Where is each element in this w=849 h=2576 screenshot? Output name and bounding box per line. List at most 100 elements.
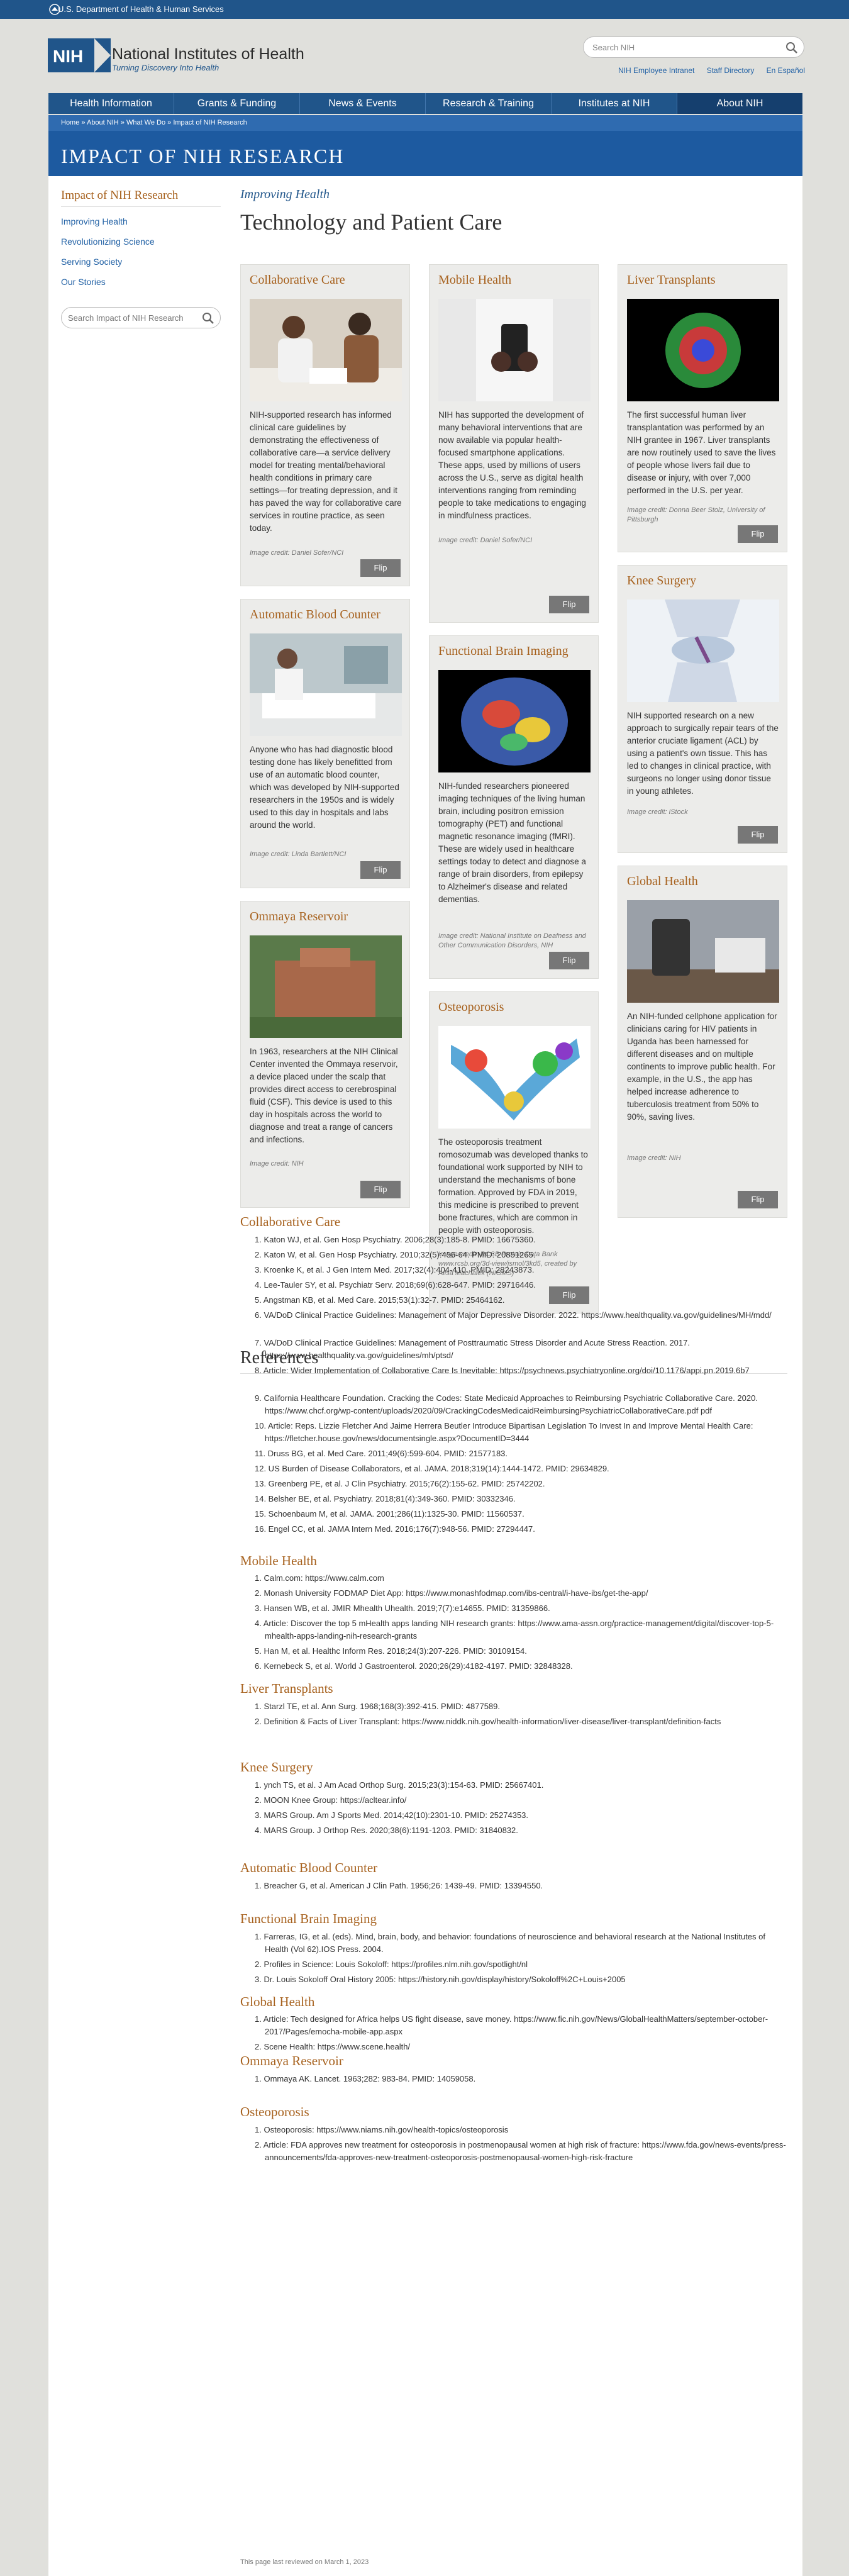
- reference-item[interactable]: 1. Calm.com: https://www.calm.com: [255, 1572, 789, 1585]
- card-title: Knee Surgery: [627, 574, 697, 588]
- main-nav: Health Information Grants & Funding News…: [48, 93, 802, 114]
- flip-button[interactable]: Flip: [549, 952, 589, 969]
- card-automatic-blood-counter[interactable]: Automatic Blood Counter Anyone who has h…: [240, 599, 410, 888]
- card-text: NIH-supported research has informed clin…: [250, 410, 402, 533]
- reference-item[interactable]: 2. Monash University FODMAP Diet App: ht…: [255, 1587, 789, 1600]
- reference-item[interactable]: 4. Article: Discover the top 5 mHealth a…: [255, 1617, 789, 1642]
- staff-directory-link[interactable]: Staff Directory: [707, 66, 755, 75]
- reference-item[interactable]: 1. Starzl TE, et al. Ann Surg. 1968;168(…: [255, 1700, 789, 1713]
- utility-links: NIH Employee Intranet Staff Directory En…: [618, 66, 805, 75]
- nav-research-training[interactable]: Research & Training: [426, 93, 552, 114]
- reference-item[interactable]: 7. VA/DoD Clinical Practice Guidelines: …: [255, 1337, 789, 1362]
- card-credit: Image credit: NIH: [627, 1154, 681, 1162]
- card-image-liver-cells: [627, 299, 779, 401]
- intranet-link[interactable]: NIH Employee Intranet: [618, 66, 694, 75]
- sidebar-item-our-stories[interactable]: Our Stories: [61, 277, 106, 287]
- reference-item[interactable]: 11. Druss BG, et al. Med Care. 2011;49(6…: [255, 1447, 789, 1460]
- reference-item[interactable]: 1. Osteoporosis: https://www.niams.nih.g…: [255, 2124, 789, 2136]
- card-title: Osteoporosis: [438, 1000, 504, 1014]
- reference-item[interactable]: 1. Ommaya AK. Lancet. 1963;282: 983-84. …: [255, 2073, 789, 2085]
- reference-section-heading: Knee Surgery: [240, 1759, 313, 1775]
- nav-grants-funding[interactable]: Grants & Funding: [174, 93, 300, 114]
- card-global-health[interactable]: Global Health An NIH-funded cellphone ap…: [618, 866, 787, 1218]
- flip-button[interactable]: Flip: [738, 826, 778, 844]
- flip-button[interactable]: Flip: [360, 559, 401, 577]
- card-liver-transplants[interactable]: Liver Transplants The first successful h…: [618, 264, 787, 552]
- nih-logo[interactable]: NIH: [48, 38, 111, 72]
- reference-item[interactable]: 2. Scene Health: https://www.scene.healt…: [255, 2041, 789, 2053]
- reference-item[interactable]: 8. Article: Wider Implementation of Coll…: [255, 1364, 789, 1377]
- card-title: Collaborative Care: [250, 273, 345, 287]
- content-panel: Impact of NIH Research Improving Health …: [48, 176, 802, 2576]
- reference-section-heading: Automatic Blood Counter: [240, 1860, 378, 1875]
- reference-item[interactable]: 16. Engel CC, et al. JAMA Intern Med. 20…: [255, 1523, 789, 1536]
- card-title: Global Health: [627, 874, 698, 888]
- card-text: The osteoporosis treatment romosozumab w…: [438, 1137, 588, 1235]
- search-icon[interactable]: [201, 311, 215, 325]
- reference-item[interactable]: 3. Kroenke K, et al. J Gen Intern Med. 2…: [255, 1264, 789, 1276]
- search-input[interactable]: Search NIH: [583, 36, 804, 58]
- card-image-smartphone: [438, 299, 591, 401]
- nav-news-events[interactable]: News & Events: [300, 93, 426, 114]
- reference-item[interactable]: 12. US Burden of Disease Collaborators, …: [255, 1463, 789, 1475]
- reference-item[interactable]: 2. Definition & Facts of Liver Transplan…: [255, 1715, 789, 1728]
- reference-item[interactable]: 3. Dr. Louis Sokoloff Oral History 2005:…: [255, 1973, 789, 1986]
- reference-item[interactable]: 2. Profiles in Science: Louis Sokoloff: …: [255, 1958, 789, 1971]
- reference-item[interactable]: 4. MARS Group. J Orthop Res. 2020;38(6):…: [255, 1824, 789, 1837]
- card-image-knee-joint: [627, 599, 779, 702]
- reference-item[interactable]: 2. MOON Knee Group: https://acltear.info…: [255, 1794, 789, 1807]
- nav-health-information[interactable]: Health Information: [48, 93, 174, 114]
- card-credit: Image credit: Linda Bartlett/NCI: [250, 850, 347, 858]
- flip-button[interactable]: Flip: [549, 596, 589, 613]
- reference-item[interactable]: 6. Kernebeck S, et al. World J Gastroent…: [255, 1660, 789, 1673]
- reference-item[interactable]: 15. Schoenbaum M, et al. JAMA. 2001;286(…: [255, 1508, 789, 1520]
- last-reviewed: This page last reviewed on March 1, 2023: [240, 2558, 369, 2566]
- site-tagline: Turning Discovery Into Health: [112, 63, 219, 72]
- site-title[interactable]: National Institutes of Health: [112, 45, 304, 64]
- reference-item[interactable]: 1. Katon WJ, et al. Gen Hosp Psychiatry.…: [255, 1234, 789, 1246]
- card-mobile-health[interactable]: Mobile Health NIH has supported the deve…: [429, 264, 599, 623]
- hhs-link[interactable]: U.S. Department of Health & Human Servic…: [58, 4, 224, 14]
- card-title: Liver Transplants: [627, 273, 716, 287]
- reference-item[interactable]: 2. Katon W, et al. Gen Hosp Psychiatry. …: [255, 1249, 789, 1261]
- card-ommaya-reservoir[interactable]: Ommaya Reservoir In 1963, researchers at…: [240, 901, 410, 1208]
- sidebar-item-improving-health[interactable]: Improving Health: [61, 216, 128, 226]
- card-collaborative-care[interactable]: Collaborative Care NIH-supported researc…: [240, 264, 410, 586]
- reference-item[interactable]: 3. MARS Group. Am J Sports Med. 2014;42(…: [255, 1809, 789, 1822]
- flip-button[interactable]: Flip: [360, 1181, 401, 1198]
- reference-item[interactable]: 14. Belsher BE, et al. Psychiatry. 2018;…: [255, 1493, 789, 1505]
- reference-item[interactable]: 5. Angstman KB, et al. Med Care. 2015;53…: [255, 1294, 789, 1307]
- flip-button[interactable]: Flip: [738, 525, 778, 543]
- page-eyebrow: Improving Health: [240, 187, 330, 201]
- page-banner: IMPACT OF NIH RESEARCH: [48, 131, 802, 176]
- reference-item[interactable]: 4. Lee-Tauler SY, et al. Psychiatr Serv.…: [255, 1279, 789, 1291]
- reference-item[interactable]: 1. Farreras, IG, et al. (eds). Mind, bra…: [255, 1931, 789, 1956]
- card-credit: Image credit: National Institute on Deaf…: [438, 932, 586, 949]
- card-knee-surgery[interactable]: Knee Surgery NIH supported research on a…: [618, 565, 787, 853]
- nav-about-nih[interactable]: About NIH: [677, 93, 802, 114]
- sidebar-item-serving-society[interactable]: Serving Society: [61, 257, 122, 267]
- reference-item[interactable]: 3. Hansen WB, et al. JMIR Mhealth Uhealt…: [255, 1602, 789, 1615]
- reference-item[interactable]: 1. Article: Tech designed for Africa hel…: [255, 2013, 789, 2038]
- reference-item[interactable]: 6. VA/DoD Clinical Practice Guidelines: …: [255, 1309, 789, 1322]
- reference-item[interactable]: 2. Article: FDA approves new treatment f…: [255, 2139, 789, 2164]
- card-credit: Image credit: Daniel Sofer/NCI: [438, 537, 533, 544]
- reference-item[interactable]: 9. California Healthcare Foundation. Cra…: [255, 1392, 789, 1417]
- sidebar-search-input[interactable]: Search Impact of NIH Research: [61, 307, 221, 328]
- sidebar-item-revolutionizing-science[interactable]: Revolutionizing Science: [61, 237, 155, 247]
- reference-item[interactable]: 13. Greenberg PE, et al. J Clin Psychiat…: [255, 1478, 789, 1490]
- breadcrumb[interactable]: Home » About NIH » What We Do » Impact o…: [48, 115, 802, 131]
- reference-item[interactable]: 10. Article: Reps. Lizzie Fletcher And J…: [255, 1420, 789, 1445]
- reference-item[interactable]: 1. ynch TS, et al. J Am Acad Orthop Surg…: [255, 1779, 789, 1792]
- reference-item[interactable]: 5. Han M, et al. Healthc Inform Res. 201…: [255, 1645, 789, 1658]
- espanol-link[interactable]: En Español: [767, 66, 805, 75]
- flip-button[interactable]: Flip: [738, 1191, 778, 1208]
- reference-item[interactable]: 1. Breacher G, et al. American J Clin Pa…: [255, 1880, 789, 1892]
- nav-institutes[interactable]: Institutes at NIH: [552, 93, 677, 114]
- flip-button[interactable]: Flip: [360, 861, 401, 879]
- card-title: Ommaya Reservoir: [250, 910, 348, 923]
- card-functional-brain-imaging[interactable]: Functional Brain Imaging NIH-funded rese…: [429, 635, 599, 979]
- card-text: The first successful human liver transpl…: [627, 410, 776, 495]
- search-icon[interactable]: [785, 41, 799, 55]
- sidebar-title[interactable]: Impact of NIH Research: [61, 189, 178, 203]
